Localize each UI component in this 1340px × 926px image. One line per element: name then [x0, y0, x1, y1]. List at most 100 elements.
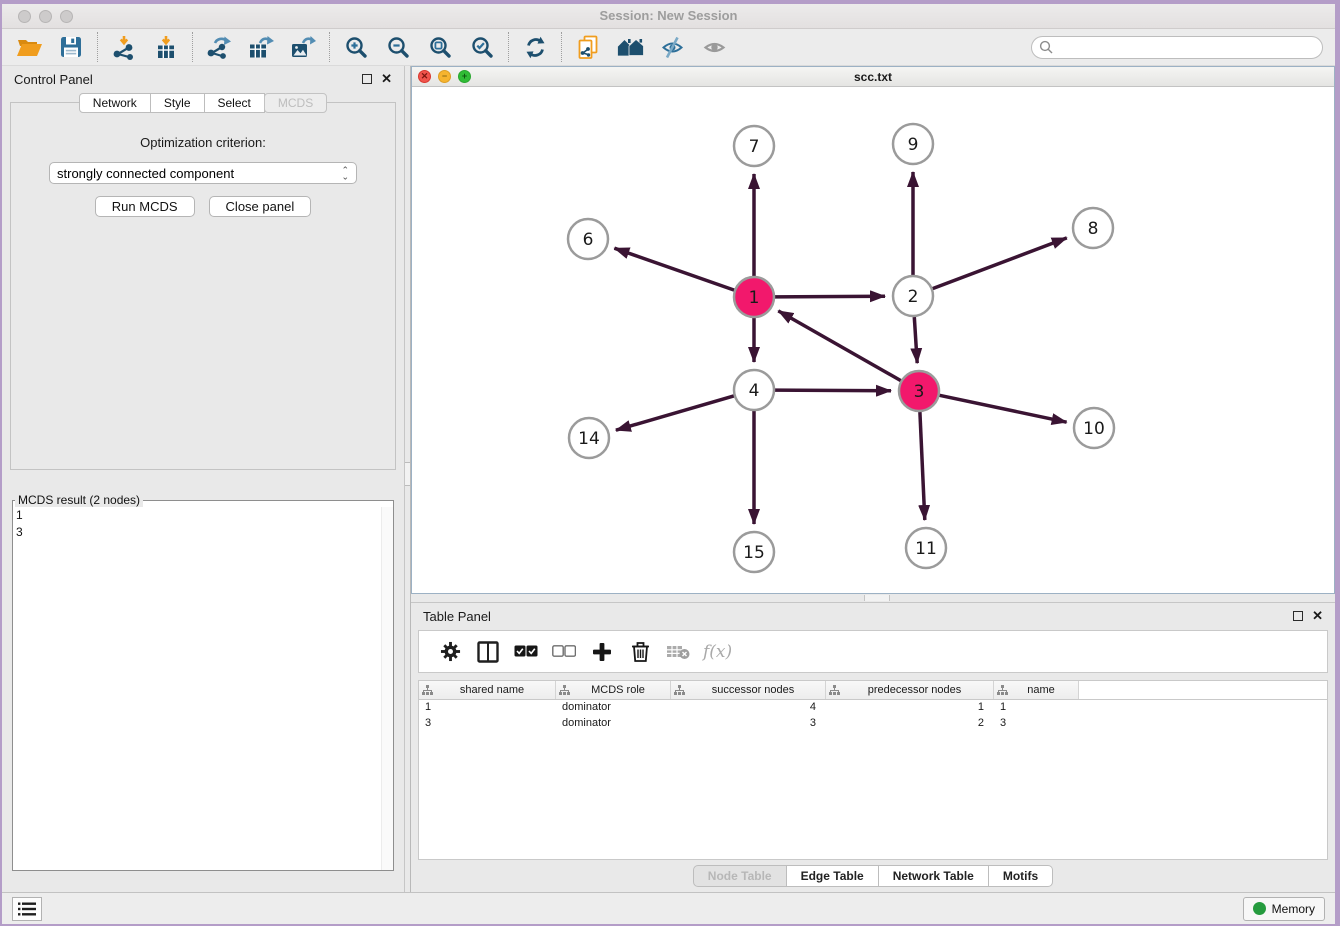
search-box[interactable]	[1031, 36, 1323, 59]
sort-column-icon[interactable]	[422, 685, 433, 696]
zoom-selected-icon[interactable]	[461, 32, 503, 62]
export-image-icon[interactable]	[282, 32, 324, 62]
edge-3-1[interactable]	[778, 311, 901, 381]
zoom-in-icon[interactable]	[335, 32, 377, 62]
table-cell[interactable]: 1	[994, 700, 1079, 716]
tab-edge-table[interactable]: Edge Table	[787, 865, 879, 887]
vertical-splitter[interactable]	[404, 66, 411, 892]
edge-2-8[interactable]	[933, 238, 1067, 289]
task-history-button[interactable]	[12, 897, 42, 921]
export-network-icon[interactable]	[198, 32, 240, 62]
edge-3-10[interactable]	[940, 395, 1067, 422]
tab-motifs[interactable]: Motifs	[989, 865, 1053, 887]
graph-node-3[interactable]: 3	[899, 371, 939, 411]
graph-node-9[interactable]: 9	[893, 124, 933, 164]
add-column-icon[interactable]	[583, 637, 621, 667]
table-settings-icon[interactable]	[431, 637, 469, 667]
table-row[interactable]: 3dominator323	[419, 716, 1327, 732]
table-cell[interactable]: 3	[994, 716, 1079, 732]
graph-node-11[interactable]: 11	[906, 528, 946, 568]
save-session-icon[interactable]	[50, 32, 92, 62]
table-cell[interactable]: 4	[671, 700, 826, 716]
column-header-successor-nodes[interactable]: successor nodes	[685, 684, 825, 696]
sort-column-icon[interactable]	[829, 685, 840, 696]
zoom-out-icon[interactable]	[377, 32, 419, 62]
tab-style[interactable]: Style	[151, 93, 205, 113]
edge-2-3[interactable]	[914, 317, 917, 363]
sort-column-icon[interactable]	[559, 685, 570, 696]
new-network-from-selection-icon[interactable]	[567, 32, 609, 62]
close-table-panel-icon[interactable]: ✕	[1312, 611, 1323, 621]
tab-select[interactable]: Select	[205, 93, 265, 113]
column-header-name[interactable]: name	[1008, 684, 1078, 696]
horizontal-splitter[interactable]	[411, 594, 1335, 602]
edge-3-11[interactable]	[920, 412, 925, 520]
tab-mcds[interactable]: MCDS	[264, 93, 327, 113]
hide-panel-icon[interactable]	[651, 32, 693, 62]
vertical-splitter-grip[interactable]	[405, 462, 410, 486]
show-eye-icon[interactable]	[693, 32, 735, 62]
graph-node-1[interactable]: 1	[734, 277, 774, 317]
column-header-shared-name[interactable]: shared name	[433, 684, 555, 696]
graph-node-14[interactable]: 14	[569, 418, 609, 458]
refresh-view-icon[interactable]	[514, 32, 556, 62]
zoom-window-button[interactable]	[60, 10, 73, 23]
column-header-MCDS-role[interactable]: MCDS role	[570, 684, 670, 696]
delete-column-icon[interactable]	[621, 637, 659, 667]
graph-node-2[interactable]: 2	[893, 276, 933, 316]
sort-column-icon[interactable]	[997, 685, 1008, 696]
table-cell[interactable]: dominator	[556, 716, 671, 732]
graph-node-15[interactable]: 15	[734, 532, 774, 572]
result-scrollbar[interactable]	[381, 507, 393, 870]
graph-node-7[interactable]: 7	[734, 126, 774, 166]
edge-4-3[interactable]	[775, 390, 891, 391]
open-session-icon[interactable]	[8, 32, 50, 62]
import-table-icon[interactable]	[145, 32, 187, 62]
close-panel-button[interactable]: Close panel	[209, 196, 312, 217]
network-graph[interactable]: 7 9 6 8 1 2 4 3 14 10 15 11	[412, 87, 1334, 593]
zoom-fit-icon[interactable]	[419, 32, 461, 62]
graph-node-4[interactable]: 4	[734, 370, 774, 410]
close-window-button[interactable]	[18, 10, 31, 23]
edge-1-6[interactable]	[614, 248, 734, 290]
memory-button[interactable]: Memory	[1243, 897, 1325, 921]
mcds-result-list[interactable]: 13	[13, 507, 393, 870]
table-cell[interactable]: 3	[419, 716, 556, 732]
float-table-panel-icon[interactable]	[1293, 611, 1303, 621]
edge-4-14[interactable]	[616, 396, 734, 430]
graph-node-8[interactable]: 8	[1073, 208, 1113, 248]
home-icon[interactable]	[609, 32, 651, 62]
horizontal-splitter-grip[interactable]	[864, 595, 890, 601]
network-window-titlebar[interactable]: ✕ − + scc.txt	[412, 67, 1334, 87]
node-table[interactable]: shared name MCDS role successor nodes prede…	[418, 680, 1328, 860]
export-table-icon[interactable]	[240, 32, 282, 62]
graph-node-10[interactable]: 10	[1074, 408, 1114, 448]
network-minimize-icon[interactable]: −	[438, 70, 451, 83]
column-header-predecessor-nodes[interactable]: predecessor nodes	[840, 684, 993, 696]
select-all-icon[interactable]	[507, 637, 545, 667]
import-network-icon[interactable]	[103, 32, 145, 62]
tab-node-table[interactable]: Node Table	[693, 865, 787, 887]
run-mcds-button[interactable]: Run MCDS	[95, 196, 195, 217]
tab-network-table[interactable]: Network Table	[879, 865, 989, 887]
sort-column-icon[interactable]	[674, 685, 685, 696]
tab-network[interactable]: Network	[79, 93, 151, 113]
table-cell[interactable]: 1	[826, 700, 994, 716]
graph-node-6[interactable]: 6	[568, 219, 608, 259]
criterion-select[interactable]: strongly connected component ⌃⌃	[49, 162, 357, 184]
network-close-icon[interactable]: ✕	[418, 70, 431, 83]
table-cell[interactable]: 1	[419, 700, 556, 716]
minimize-window-button[interactable]	[39, 10, 52, 23]
table-cell[interactable]: dominator	[556, 700, 671, 716]
close-panel-icon[interactable]: ✕	[381, 74, 392, 84]
split-columns-icon[interactable]	[469, 637, 507, 667]
search-input[interactable]	[1058, 39, 1315, 56]
unselect-all-icon[interactable]	[545, 637, 583, 667]
table-cell[interactable]: 2	[826, 716, 994, 732]
edge-1-2[interactable]	[775, 296, 885, 297]
float-panel-icon[interactable]	[362, 74, 372, 84]
table-row[interactable]: 1dominator411	[419, 700, 1327, 716]
network-maximize-icon[interactable]: +	[458, 70, 471, 83]
table-cell[interactable]: 3	[671, 716, 826, 732]
network-canvas[interactable]: 7 9 6 8 1 2 4 3 14 10 15 11	[412, 87, 1334, 593]
